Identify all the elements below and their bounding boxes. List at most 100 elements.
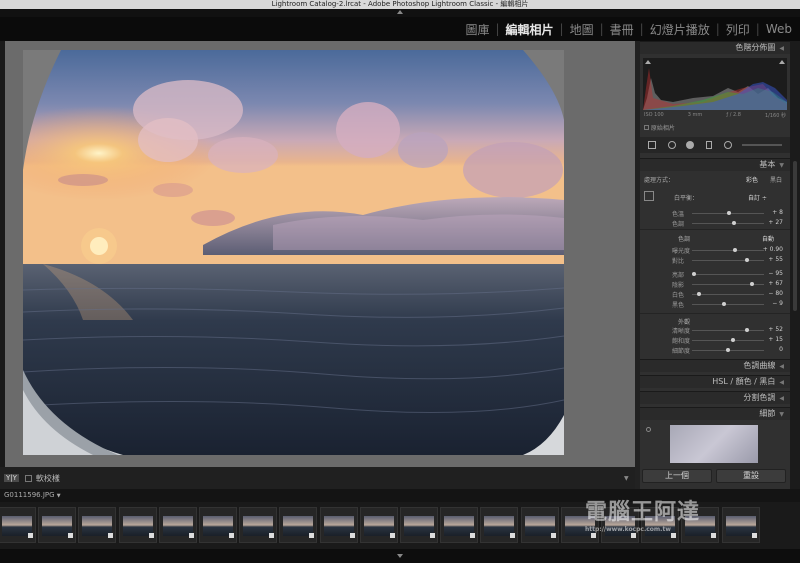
edited-badge-icon	[188, 533, 194, 538]
slider-track[interactable]	[692, 274, 764, 275]
view-mode-icon[interactable]: Y|Y	[4, 474, 19, 482]
reset-button[interactable]: 重設	[716, 469, 786, 483]
filmstrip-thumbnail[interactable]	[480, 507, 519, 543]
filmstrip-thumbnail[interactable]	[400, 507, 438, 543]
slider-track[interactable]	[692, 260, 764, 261]
red-eye-icon[interactable]	[686, 141, 694, 149]
module-map[interactable]: 地圖	[564, 21, 600, 38]
slider-row: 色溫 + 8	[644, 209, 786, 218]
slider-knob[interactable]	[722, 302, 727, 306]
edited-badge-icon	[671, 533, 677, 538]
slider-track[interactable]	[692, 340, 764, 341]
slider-value[interactable]: − 9	[772, 300, 783, 307]
filmstrip-thumbnail[interactable]	[440, 507, 479, 543]
tone-auto-button[interactable]: 自動	[762, 234, 774, 243]
main-photo[interactable]	[23, 50, 564, 455]
top-panel-toggle[interactable]	[0, 9, 800, 17]
tone-label: 色調	[678, 236, 691, 243]
module-picker: 圖庫 | 編輯相片 | 地圖 | 書冊 | 幻燈片播放 | 列印 | Web	[0, 17, 800, 41]
current-filename[interactable]: G0111596.JPG	[4, 491, 55, 499]
crop-tool-icon[interactable]	[648, 141, 656, 149]
module-print[interactable]: 列印	[720, 21, 756, 38]
slider-track[interactable]	[692, 250, 764, 251]
slider-track[interactable]	[692, 304, 764, 305]
slider-value[interactable]: + 0.90	[763, 246, 783, 253]
histogram-header[interactable]: 色階分佈圖 ◀	[640, 41, 790, 54]
toolbar-menu-icon[interactable]: ▼	[624, 475, 629, 482]
filmstrip-thumbnail[interactable]	[319, 507, 358, 543]
slider-value[interactable]: + 52	[768, 326, 783, 333]
edited-badge-icon	[108, 533, 114, 538]
hsl-header[interactable]: HSL / 顏色 / 黑白 ◀	[640, 375, 790, 388]
slider-knob[interactable]	[749, 282, 754, 286]
detail-preview[interactable]	[670, 425, 758, 463]
slider-knob[interactable]	[745, 258, 750, 262]
slider-value[interactable]: + 55	[768, 256, 783, 263]
slider-value[interactable]: + 8	[772, 209, 783, 216]
filmstrip-thumbnail[interactable]	[158, 507, 197, 543]
filmstrip-thumbnail[interactable]	[78, 507, 117, 543]
filmstrip-thumbnail[interactable]	[520, 507, 559, 543]
slider-knob[interactable]	[697, 292, 702, 296]
treatment-bw-button[interactable]: 黑白	[770, 175, 782, 184]
basic-header[interactable]: 基本 ▼	[640, 158, 790, 171]
slider-value[interactable]: − 95	[768, 270, 783, 277]
slider-knob[interactable]	[731, 338, 736, 342]
slider-track[interactable]	[692, 223, 764, 224]
original-photo-toggle[interactable]: 原始相片	[644, 123, 675, 132]
filmstrip-thumbnail[interactable]	[359, 507, 398, 543]
shadow-clip-icon[interactable]	[645, 60, 651, 64]
slider-track[interactable]	[692, 294, 764, 295]
bottom-panel-toggle[interactable]	[0, 549, 800, 563]
graduated-filter-icon[interactable]	[706, 141, 712, 149]
slider-knob[interactable]	[727, 211, 732, 215]
filmstrip-thumbnail[interactable]	[199, 507, 237, 543]
slider-knob[interactable]	[692, 272, 697, 276]
slider-knob[interactable]	[726, 348, 730, 352]
filmstrip-thumbnail[interactable]	[279, 507, 318, 543]
soft-proof-checkbox[interactable]	[24, 474, 32, 482]
module-web[interactable]: Web	[760, 22, 798, 36]
module-library[interactable]: 圖庫	[459, 21, 495, 38]
slider-label: 色調	[672, 221, 685, 228]
adjustment-brush-slider[interactable]	[742, 144, 782, 146]
highlight-clip-icon[interactable]	[779, 60, 785, 64]
histogram[interactable]	[643, 58, 787, 110]
module-slideshow[interactable]: 幻燈片播放	[644, 21, 716, 38]
split-toning-header[interactable]: 分割色調 ◀	[640, 391, 790, 404]
scrollbar-thumb[interactable]	[793, 161, 797, 311]
slider-track[interactable]	[692, 330, 764, 331]
filmstrip-thumbnail[interactable]	[0, 507, 36, 543]
slider-label: 亮部	[672, 272, 685, 279]
chevron-down-icon	[397, 554, 403, 558]
treatment-color-button[interactable]: 彩色	[746, 175, 758, 184]
slider-knob[interactable]	[733, 248, 738, 252]
chevron-down-icon[interactable]: ▼	[57, 493, 61, 499]
filmstrip-thumbnail[interactable]	[239, 507, 278, 543]
slider-knob[interactable]	[731, 221, 736, 225]
filmstrip-thumbnail[interactable]	[38, 507, 77, 543]
right-panel: 色階分佈圖 ◀ ISO 100 3 mm ƒ / 2.8 1/160 秒 原始相片 基本…	[640, 41, 790, 489]
edited-badge-icon	[349, 533, 355, 538]
slider-row: 黑色 − 9	[644, 300, 786, 309]
filmstrip-thumbnail[interactable]	[118, 507, 157, 543]
edited-badge-icon	[631, 533, 636, 538]
slider-value[interactable]: 0	[779, 346, 783, 353]
slider-value[interactable]: + 27	[768, 219, 783, 226]
edited-badge-icon	[309, 533, 315, 538]
slider-value[interactable]: + 67	[768, 280, 783, 287]
slider-value[interactable]: − 80	[768, 290, 783, 297]
slider-value[interactable]: + 15	[768, 336, 783, 343]
wb-dropdown[interactable]: 自訂 ÷	[748, 193, 767, 202]
radial-filter-icon[interactable]	[724, 141, 732, 149]
detail-target-icon[interactable]	[646, 427, 651, 432]
tone-curve-header[interactable]: 色調曲線 ◀	[640, 359, 790, 372]
detail-header[interactable]: 細節 ▼	[640, 407, 790, 420]
white-balance-picker-icon[interactable]	[644, 191, 654, 201]
module-develop[interactable]: 編輯相片	[500, 21, 560, 38]
panel-scrollbar[interactable]	[790, 41, 800, 489]
previous-button[interactable]: 上一個	[642, 469, 712, 483]
spot-removal-icon[interactable]	[668, 141, 676, 149]
module-book[interactable]: 書冊	[604, 21, 640, 38]
slider-knob[interactable]	[744, 328, 749, 332]
